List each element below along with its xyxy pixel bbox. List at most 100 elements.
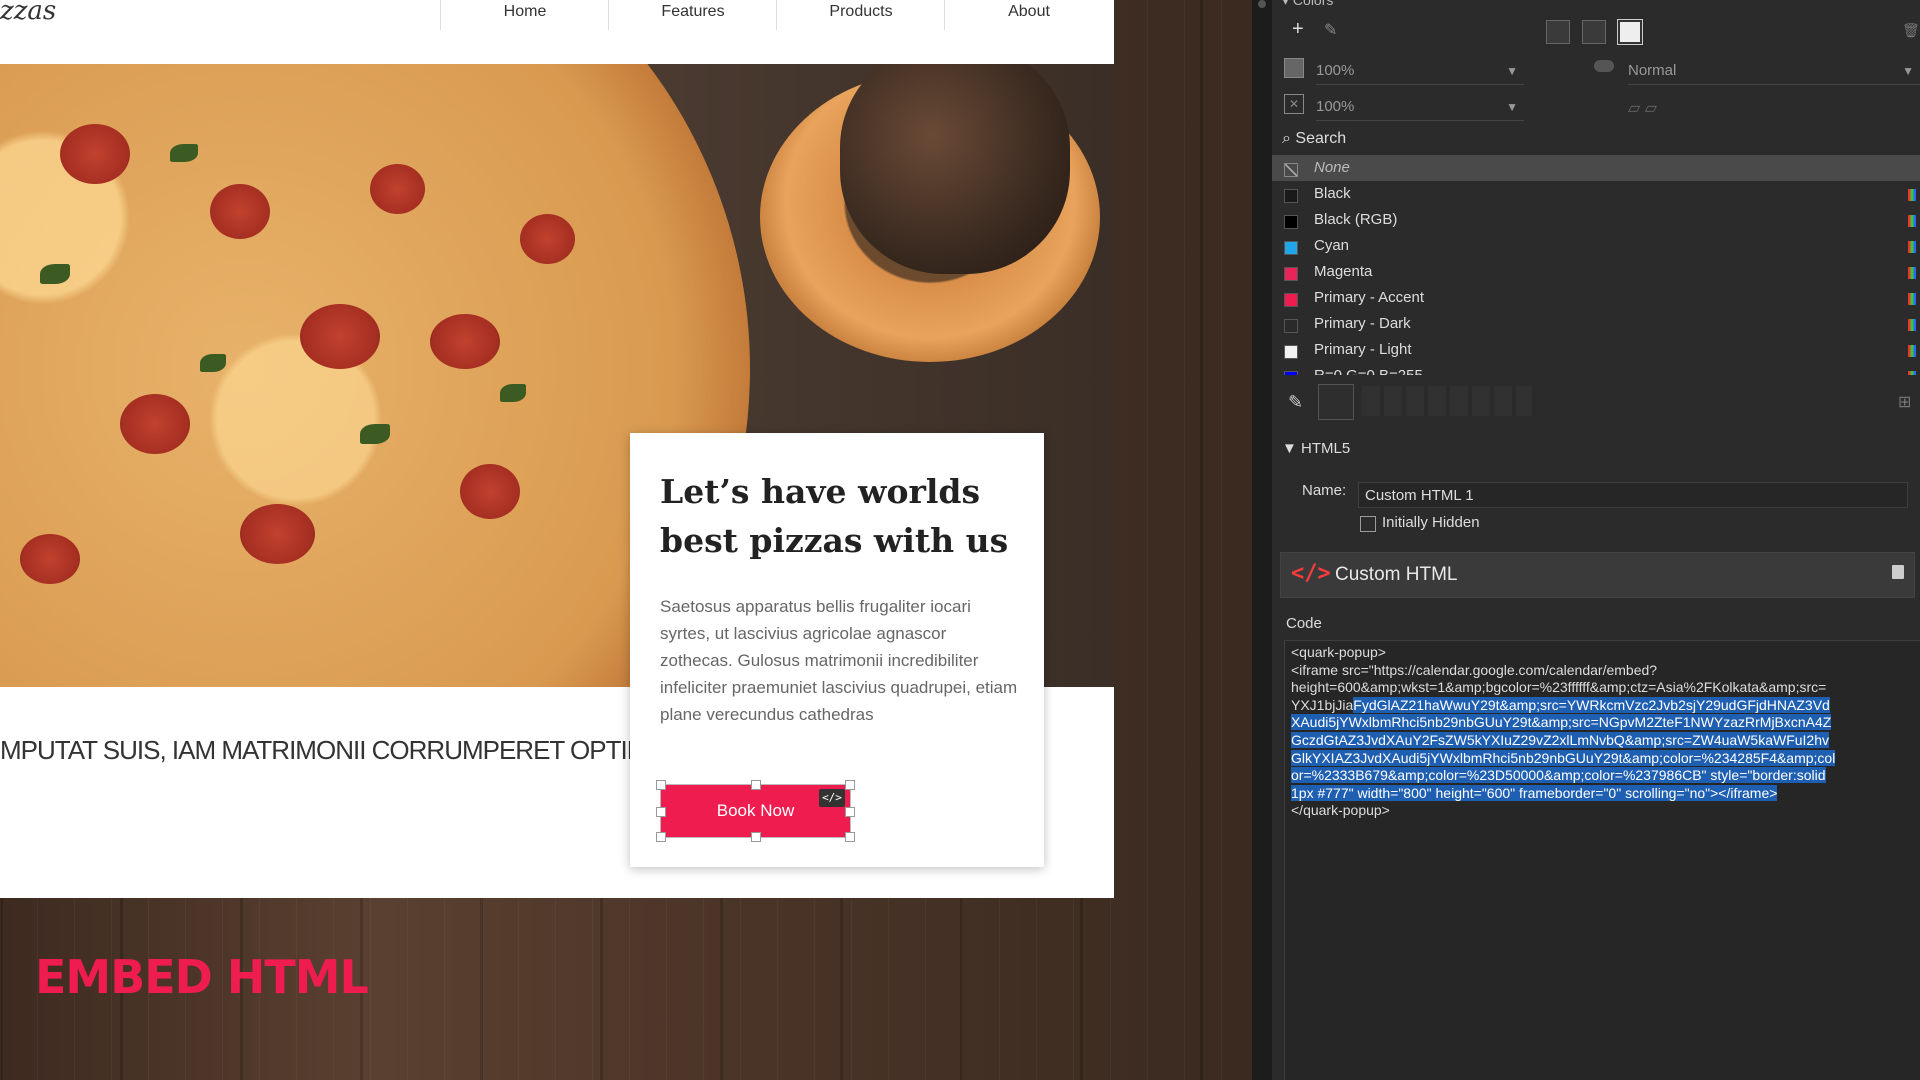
code-selection: or=%2333B679&amp;color=%23D50000&amp;col… [1291, 767, 1826, 784]
hero-tagline: MPUTAT SUIS, IAM MATRIMONII CORRUMPERET … [0, 735, 683, 765]
color-mode-icon [1908, 189, 1916, 201]
nav-products[interactable]: Products [776, 0, 945, 30]
code-line: GlkYXIAZ3JvdXAudi5jYWxlbmRhci5nb29nbGUuY… [1291, 749, 1914, 768]
opacity-select-2[interactable]: 100% ▼ [1316, 94, 1524, 121]
fill-mode-icon[interactable] [1546, 20, 1570, 44]
swatch-label: Primary - Light [1314, 341, 1412, 358]
code-text: <quark-popup> [1291, 644, 1386, 660]
color-mode-icon [1908, 267, 1916, 279]
swatch-row-primary-dark[interactable]: Primary - Dark [1272, 311, 1920, 337]
website-page: zzas Home Features Products About MPUTAT… [0, 0, 1114, 898]
swatch-label: Magenta [1314, 263, 1373, 280]
code-editor[interactable]: <quark-popup> <iframe src="https://calen… [1284, 640, 1920, 1080]
card-heading: Let’s have worlds best pizzas with us [660, 472, 1009, 560]
color-mode-icon [1908, 345, 1916, 357]
code-line: height=600&amp;wkst=1&amp;bgcolor=%23fff… [1291, 679, 1914, 697]
resize-handle[interactable] [751, 832, 761, 842]
nav-about[interactable]: About [944, 0, 1113, 30]
color-mode-icon [1908, 241, 1916, 253]
colors-header-label: Colors [1292, 0, 1334, 8]
opacity-value-2: 100% [1316, 98, 1355, 115]
nav-features[interactable]: Features [608, 0, 777, 30]
initially-hidden-checkbox[interactable] [1360, 516, 1376, 532]
code-selection: XAudi5jYWxlbmRhci5nb29nbGUuY29t&amp;src=… [1291, 714, 1832, 731]
trash-icon[interactable] [1892, 565, 1904, 579]
swatch-row-cyan[interactable]: Cyan [1272, 233, 1920, 259]
color-swatch [1284, 345, 1298, 359]
delete-color-icon[interactable]: 🗑 [1902, 22, 1920, 39]
opacity-value-1: 100% [1316, 62, 1355, 79]
book-now-button[interactable]: Book Now </> [656, 780, 855, 842]
resize-handle[interactable] [845, 832, 855, 842]
resize-handle[interactable] [751, 780, 761, 790]
code-selection: 1px #777" width="800" height="600" frame… [1291, 784, 1778, 801]
edit-color-icon[interactable]: ✎ [1324, 20, 1337, 40]
pepperoni [300, 304, 380, 369]
name-field[interactable]: Custom HTML 1 [1358, 482, 1908, 508]
recent-colors-grid[interactable] [1362, 386, 1532, 416]
name-label: Name: [1302, 482, 1347, 499]
code-icon: </> [1291, 561, 1331, 586]
swatch-row-primary-accent[interactable]: Primary - Accent [1272, 285, 1920, 311]
swatch-search[interactable]: ⌕ Search [1282, 130, 1912, 152]
basil-leaf [500, 384, 526, 402]
swatch-row-black-rgb[interactable]: Black (RGB) [1272, 207, 1920, 233]
new-swatch-icon[interactable]: ⊞ [1898, 392, 1911, 412]
site-logo: zzas [0, 0, 57, 26]
basil-leaf [360, 424, 390, 444]
gradient-icon[interactable]: ▱ ▱ [1628, 98, 1657, 118]
swatch-label: R=0 G=0 B=255 [1314, 363, 1423, 375]
swatch-row-none[interactable]: None [1272, 155, 1920, 181]
code-text: <iframe src="https://calendar.google.com… [1291, 661, 1658, 678]
color-swatch [1284, 293, 1298, 307]
pepperoni [120, 394, 190, 454]
frame-mode-icon[interactable] [1618, 20, 1642, 44]
add-color-icon[interactable]: + [1292, 18, 1304, 41]
swatch-label: Primary - Accent [1314, 289, 1425, 306]
opacity-select-1[interactable]: 100% ▼ [1316, 58, 1524, 85]
code-line: </quark-popup> [1291, 802, 1914, 820]
swatch-row-magenta[interactable]: Magenta [1272, 259, 1920, 285]
splitter-knob[interactable] [1258, 0, 1266, 8]
resize-handle[interactable] [656, 780, 666, 790]
fill-swatch-icon[interactable] [1284, 58, 1304, 78]
color-mode-icon [1908, 215, 1916, 227]
code-selection: GlkYXIAZ3JvdXAudi5jYWxlbmRhci5nb29nbGUuY… [1291, 749, 1836, 766]
shade-icon[interactable]: ✕ [1284, 94, 1304, 114]
blend-mode-value: Normal [1628, 62, 1677, 79]
swatch-row-blue[interactable]: R=0 G=0 B=255 [1272, 363, 1920, 375]
pepperoni [210, 184, 270, 239]
code-line: YXJ1bjJiaFydGlAZ21haWwuY29t&amp;src=YWRk… [1291, 696, 1914, 715]
resize-handle[interactable] [845, 780, 855, 790]
resize-handle[interactable] [656, 807, 666, 817]
color-mode-icon [1908, 293, 1916, 305]
code-line: or=%2333B679&amp;color=%23D50000&amp;col… [1291, 767, 1914, 785]
panel-splitter[interactable] [1252, 0, 1272, 1080]
swatch-label: None [1314, 159, 1350, 176]
code-text: YXJ1bjJia [1291, 696, 1354, 713]
swatch-row-primary-light[interactable]: Primary - Light [1272, 337, 1920, 363]
swatch-label: Black [1314, 185, 1351, 202]
design-canvas[interactable]: zzas Home Features Products About MPUTAT… [0, 0, 1252, 1080]
search-icon: ⌕ [1282, 130, 1291, 147]
swatch-row-black[interactable]: Black [1272, 181, 1920, 207]
site-nav: zzas Home Features Products About [0, 0, 1114, 64]
nav-home[interactable]: Home [440, 0, 609, 30]
book-now-label: Book Now [716, 801, 795, 820]
embed-code-icon[interactable]: </> [819, 789, 845, 807]
eyedropper-icon[interactable]: ✎ [1288, 392, 1303, 413]
code-text: height=600&amp;wkst=1&amp;bgcolor=%23fff… [1291, 679, 1827, 696]
resize-handle[interactable] [656, 832, 666, 842]
blend-mode-select[interactable]: Normal ▼ [1628, 58, 1920, 85]
stroke-mode-icon[interactable] [1582, 20, 1606, 44]
current-color-swatch[interactable] [1318, 384, 1354, 420]
custom-html-widget-header[interactable]: </> Custom HTML [1280, 552, 1915, 598]
color-swatch [1284, 241, 1298, 255]
code-label: Code [1286, 615, 1322, 632]
blend-toggle-icon[interactable] [1594, 60, 1614, 72]
color-swatch [1284, 371, 1298, 375]
resize-handle[interactable] [845, 807, 855, 817]
html5-section-header[interactable]: ▼ HTML5 [1282, 440, 1920, 464]
colors-header[interactable]: ▾ Colors [1282, 0, 1333, 9]
color-swatch [1284, 267, 1298, 281]
